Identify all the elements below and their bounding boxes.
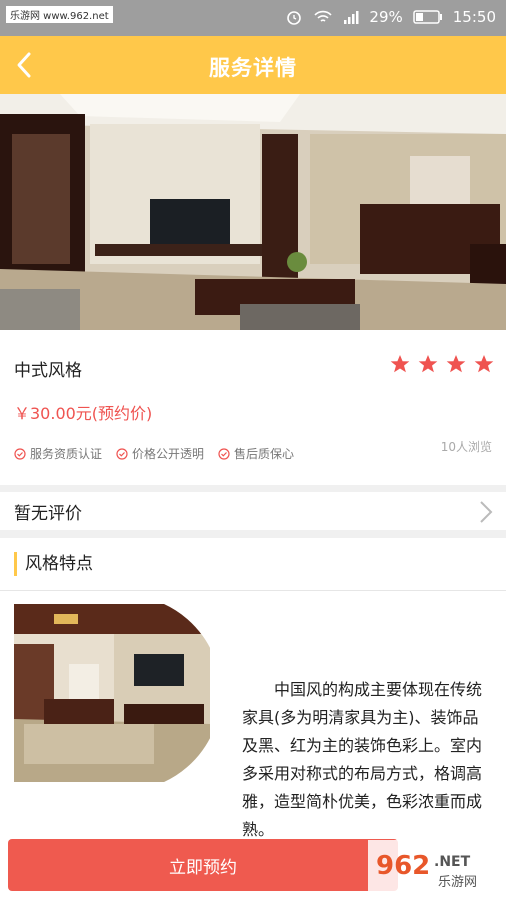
battery-icon — [413, 10, 443, 24]
review-row[interactable]: 暂无评价 — [0, 492, 506, 530]
badge-label: 售后质保心 — [234, 447, 295, 461]
battery-percent: 29% — [369, 8, 403, 26]
badge-qualification: 服务资质认证 — [14, 445, 102, 462]
badge-label: 服务资质认证 — [30, 447, 103, 461]
check-circle-icon — [14, 447, 26, 460]
review-label: 暂无评价 — [14, 504, 82, 524]
service-info-card: 中式风格 ￥30.00元(预约价) 服务资质认证 价格公开透明 售后质保心 10… — [0, 330, 506, 485]
svg-text:962: 962 — [376, 851, 430, 881]
alarm-icon — [285, 8, 303, 26]
guarantee-badges: 服务资质认证 价格公开透明 售后质保心 — [14, 445, 294, 462]
book-now-button[interactable]: 立即预约 — [8, 839, 398, 891]
style-description: 中国风的构成主要体现在传统家具(多为明清家具为主)、装饰品及黑、红为主的装饰色彩… — [242, 680, 483, 839]
view-count: 10人浏览 — [440, 440, 492, 454]
style-photo — [14, 604, 210, 782]
clock: 15:50 — [452, 8, 496, 26]
hero-image — [0, 94, 506, 330]
star-icon — [446, 355, 466, 373]
divider — [0, 590, 506, 591]
service-name: 中式风格 — [14, 361, 82, 381]
svg-text:乐游网: 乐游网 — [438, 875, 477, 890]
badge-aftersale: 售后质保心 — [218, 445, 294, 462]
status-bar: 乐游网 www.962.net 29% 15:50 — [0, 0, 506, 36]
service-price: ￥30.00元(预约价) — [14, 404, 153, 423]
nav-bar: 服务详情 — [0, 36, 506, 94]
svg-text:.NET: .NET — [434, 854, 471, 870]
badge-price: 价格公开透明 — [116, 445, 204, 462]
check-circle-icon — [218, 447, 230, 460]
page-title: 服务详情 — [209, 56, 297, 80]
badge-label: 价格公开透明 — [132, 447, 205, 461]
section-heading: 风格特点 — [14, 552, 93, 576]
chevron-right-icon — [480, 501, 493, 523]
signal-icon — [343, 9, 359, 25]
check-circle-icon — [116, 447, 128, 460]
carrier-label: 乐游网 www.962.net — [6, 6, 113, 23]
star-icon — [390, 355, 410, 373]
star-icon — [418, 355, 438, 373]
site-watermark: 962 .NET 乐游网 — [368, 840, 500, 896]
star-icon — [474, 355, 494, 373]
rating-stars — [390, 354, 494, 374]
wifi-icon — [313, 9, 333, 25]
